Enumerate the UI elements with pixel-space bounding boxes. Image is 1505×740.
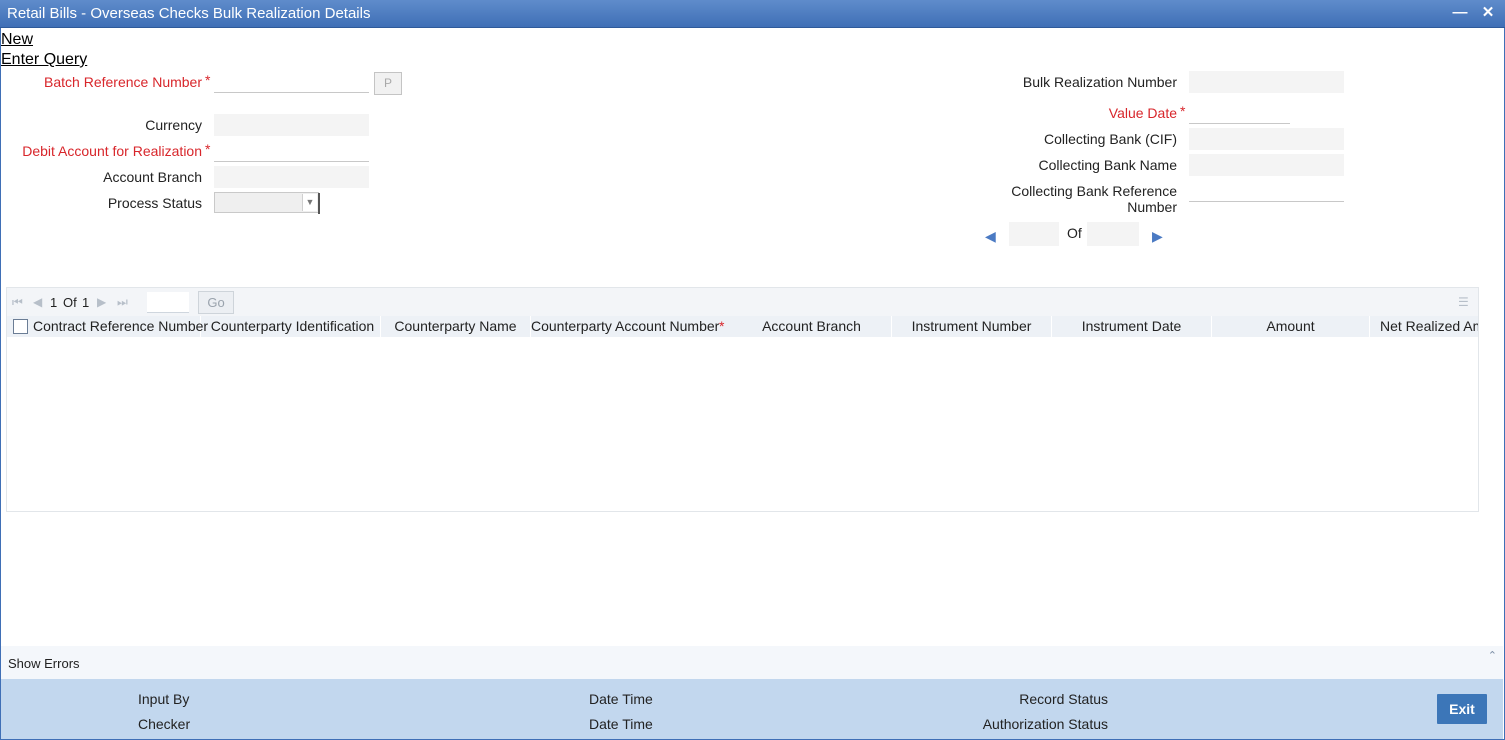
enter-query-link[interactable]: Enter Query bbox=[1, 51, 87, 69]
exit-button[interactable]: Exit bbox=[1437, 694, 1487, 724]
next-record-icon[interactable]: ▶ bbox=[1152, 228, 1163, 245]
grid-header: Contract Reference Number Counterparty I… bbox=[7, 316, 1478, 337]
collecting-bank-cif-label: Collecting Bank (CIF) bbox=[1043, 131, 1177, 147]
bulk-realization-label: Bulk Realization Number bbox=[1022, 74, 1177, 90]
chevron-up-icon[interactable]: ⌃ bbox=[1488, 649, 1497, 662]
input-by-label: Input By bbox=[138, 691, 190, 707]
total-records-field bbox=[1087, 222, 1139, 246]
column-header[interactable]: Counterparty Identification bbox=[205, 316, 381, 337]
close-icon[interactable]: ✕ bbox=[1478, 3, 1498, 23]
new-link[interactable]: New bbox=[1, 31, 33, 49]
collecting-bank-reference-input[interactable] bbox=[1189, 180, 1344, 202]
batch-reference-input[interactable] bbox=[214, 71, 369, 93]
previous-record-icon[interactable]: ◀ bbox=[985, 228, 996, 245]
go-button[interactable]: Go bbox=[198, 291, 234, 314]
first-page-icon[interactable]: ⏮ bbox=[12, 295, 23, 310]
collecting-bank-reference-label: Collecting Bank Reference bbox=[1011, 183, 1177, 199]
authorization-status-label: Authorization Status bbox=[982, 716, 1108, 732]
bulk-realization-field bbox=[1189, 71, 1344, 93]
column-header[interactable]: Account Branch bbox=[732, 316, 892, 337]
currency-field bbox=[214, 114, 369, 136]
contracts-grid: ⏮ ◀ 1 Of 1 ▶ ⏭ Go ☰ Contract Reference N… bbox=[6, 287, 1479, 512]
column-header[interactable]: Contract Reference Number bbox=[33, 316, 208, 337]
account-branch-label: Account Branch bbox=[103, 169, 202, 185]
select-all-checkbox[interactable] bbox=[13, 319, 28, 334]
required-marker: * bbox=[719, 318, 725, 334]
account-branch-field bbox=[214, 166, 369, 188]
checker-label: Checker bbox=[138, 716, 191, 732]
value-date-input[interactable] bbox=[1189, 102, 1290, 124]
column-header[interactable]: Instrument Number bbox=[892, 316, 1052, 337]
debit-account-label: Debit Account for Realization bbox=[22, 143, 202, 159]
currency-label: Currency bbox=[145, 117, 202, 133]
column-settings-icon[interactable]: ☰ bbox=[1458, 295, 1469, 309]
page-current: 1 bbox=[50, 295, 58, 310]
debit-account-input[interactable] bbox=[214, 140, 369, 162]
page-total: 1 bbox=[82, 295, 90, 310]
column-header[interactable]: Net Realized Am bbox=[1370, 316, 1478, 337]
process-status-label: Process Status bbox=[107, 195, 202, 211]
process-status-select[interactable]: ▼ bbox=[214, 192, 320, 214]
page-of-label: Of bbox=[63, 295, 77, 310]
date-time-label-2: Date Time bbox=[589, 716, 653, 732]
required-marker: * bbox=[205, 141, 211, 157]
required-marker: * bbox=[1180, 103, 1186, 119]
date-time-label: Date Time bbox=[589, 691, 653, 707]
errors-bar: Show Errors ⌃ bbox=[1, 646, 1503, 679]
title-bar: Retail Bills - Overseas Checks Bulk Real… bbox=[0, 0, 1505, 28]
previous-page-icon[interactable]: ◀ bbox=[33, 295, 42, 309]
minimize-icon[interactable]: — bbox=[1450, 3, 1470, 23]
pick-batch-button[interactable]: P bbox=[374, 72, 402, 95]
batch-reference-label: Batch Reference Number bbox=[44, 74, 202, 90]
page-number-input[interactable] bbox=[147, 292, 189, 313]
current-record-field[interactable] bbox=[1009, 222, 1059, 246]
collecting-bank-reference-label-2: Number bbox=[1127, 199, 1177, 215]
value-date-label: Value Date bbox=[1108, 105, 1177, 121]
audit-footer bbox=[1, 679, 1503, 739]
show-errors-link[interactable]: Show Errors bbox=[8, 656, 80, 671]
collecting-bank-name-label: Collecting Bank Name bbox=[1038, 157, 1177, 173]
collecting-bank-name-field bbox=[1189, 154, 1344, 176]
of-label: Of bbox=[1067, 225, 1082, 241]
column-header[interactable]: Counterparty Name bbox=[381, 316, 531, 337]
column-header[interactable]: Instrument Date bbox=[1052, 316, 1212, 337]
record-status-label: Record Status bbox=[1019, 691, 1108, 707]
required-marker: * bbox=[205, 72, 211, 88]
grid-toolbar: ⏮ ◀ 1 Of 1 ▶ ⏭ Go ☰ bbox=[7, 288, 1478, 316]
window-title: Retail Bills - Overseas Checks Bulk Real… bbox=[7, 5, 371, 22]
collecting-bank-cif-field bbox=[1189, 128, 1344, 150]
column-header[interactable]: Counterparty Account Number bbox=[531, 316, 719, 337]
select-edge bbox=[318, 193, 320, 214]
last-page-icon[interactable]: ⏭ bbox=[117, 295, 128, 310]
chevron-down-icon[interactable]: ▼ bbox=[302, 194, 317, 211]
column-header[interactable]: Amount bbox=[1212, 316, 1370, 337]
next-page-icon[interactable]: ▶ bbox=[97, 295, 106, 309]
